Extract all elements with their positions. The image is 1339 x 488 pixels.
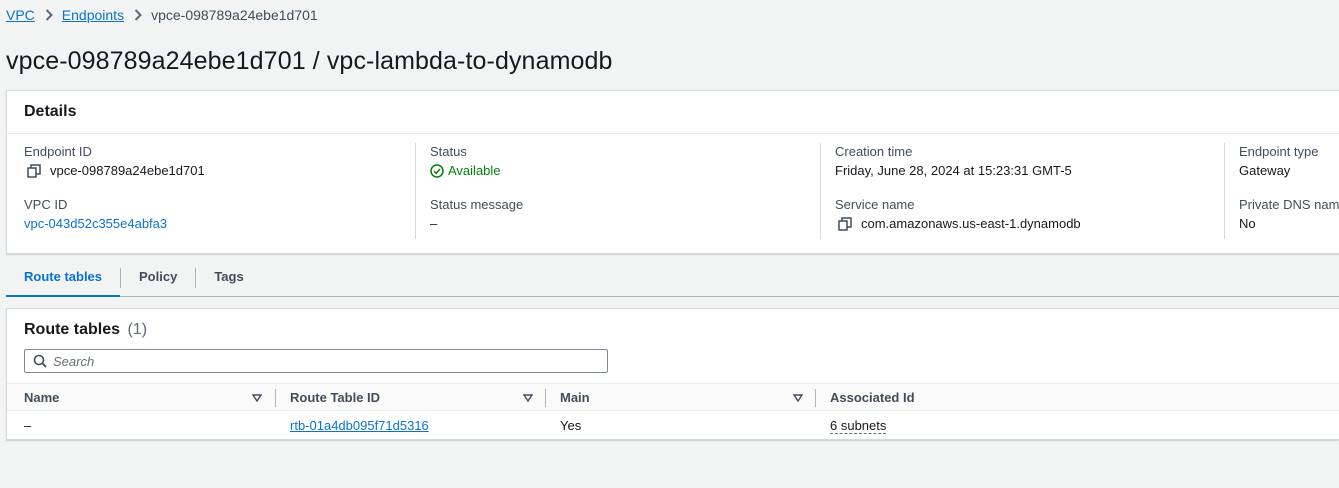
breadcrumb-vpc-link[interactable]: VPC <box>6 7 35 23</box>
vpc-id-field: vpc-043d52c355e4abfa3 <box>24 214 414 234</box>
status-positive-icon <box>430 164 444 178</box>
details-grid: Endpoint ID vpce-098789a24ebe1d701 VPC I… <box>7 143 1339 243</box>
copy-icon[interactable] <box>27 164 41 178</box>
associated-subnets-popover[interactable]: 6 subnets <box>830 418 887 434</box>
details-heading: Details <box>24 103 77 120</box>
endpoint-type-label: Endpoint type <box>1239 144 1319 159</box>
vpc-id-label: VPC ID <box>24 197 68 212</box>
route-tables-heading: Route tables (1) <box>24 321 147 339</box>
status-value: Available <box>448 163 501 178</box>
column-header-route-table-id[interactable]: Route Table ID <box>290 384 380 412</box>
details-column-4: Endpoint type Gateway Private DNS name N… <box>1224 143 1339 239</box>
tab-bar: Route tables Policy Tags <box>6 260 1339 297</box>
sort-caret-icon[interactable] <box>793 393 803 403</box>
table-header: Name Route Table ID Main Associated Id <box>7 383 1339 411</box>
creation-time-label: Creation time <box>835 144 913 159</box>
chevron-right-icon <box>134 9 142 21</box>
chevron-right-icon <box>45 9 53 21</box>
cell-name: – <box>24 418 32 433</box>
column-divider[interactable] <box>815 389 816 407</box>
cell-associated-id: 6 subnets <box>830 411 887 441</box>
route-table-id-link[interactable]: rtb-01a4db095f71d5316 <box>290 418 429 433</box>
endpoint-id-value: vpce-098789a24ebe1d701 <box>50 163 205 178</box>
details-column-2: Status Available Status message – <box>415 143 820 239</box>
breadcrumb: VPC Endpoints vpce-098789a24ebe1d701 <box>6 6 318 24</box>
column-header-main[interactable]: Main <box>560 384 590 412</box>
tab-route-tables[interactable]: Route tables <box>6 260 121 297</box>
cell-route-table-id: rtb-01a4db095f71d5316 <box>290 411 429 441</box>
endpoint-type-value: Gateway <box>1239 163 1291 178</box>
copy-icon[interactable] <box>838 217 852 231</box>
table-row: – rtb-01a4db095f71d5316 Yes 6 subnets <box>7 411 1339 441</box>
search-input[interactable] <box>53 353 593 369</box>
status-message-label: Status message <box>430 197 524 212</box>
column-divider[interactable] <box>275 389 276 407</box>
column-header-name[interactable]: Name <box>24 384 59 412</box>
tab-tags[interactable]: Tags <box>196 260 261 296</box>
details-column-1: Endpoint ID vpce-098789a24ebe1d701 VPC I… <box>24 143 414 239</box>
status-message-value: – <box>430 216 438 231</box>
vpc-id-link[interactable]: vpc-043d52c355e4abfa3 <box>24 214 167 234</box>
status-field: Available <box>430 161 820 181</box>
endpoint-id-label: Endpoint ID <box>24 144 92 159</box>
service-name-field: com.amazonaws.us-east-1.dynamodb <box>835 214 1223 234</box>
creation-time-value: Friday, June 28, 2024 at 15:23:31 GMT-5 <box>835 163 1072 178</box>
route-tables-panel: Route tables (1) Name Route Table ID Mai… <box>6 308 1339 440</box>
service-name-label: Service name <box>835 197 915 212</box>
details-header: Details <box>7 91 1339 134</box>
sort-caret-icon[interactable] <box>252 393 262 403</box>
route-tables-count: (1) <box>127 321 148 338</box>
details-column-3: Creation time Friday, June 28, 2024 at 1… <box>820 143 1223 239</box>
route-tables-table: Name Route Table ID Main Associated Id –… <box>7 383 1339 441</box>
page-title: vpce-098789a24ebe1d701 / vpc-lambda-to-d… <box>6 47 613 75</box>
sort-caret-icon[interactable] <box>523 393 533 403</box>
route-tables-title: Route tables <box>24 321 121 338</box>
breadcrumb-endpoints-link[interactable]: Endpoints <box>62 7 124 23</box>
details-panel: Details Endpoint ID vpce-098789a24ebe1d7… <box>6 90 1339 254</box>
tab-policy[interactable]: Policy <box>121 260 195 296</box>
cell-main: Yes <box>560 418 582 433</box>
endpoint-id-field: vpce-098789a24ebe1d701 <box>24 161 414 181</box>
search-icon <box>33 354 47 368</box>
search-field <box>24 349 608 373</box>
column-divider[interactable] <box>545 389 546 407</box>
service-name-value: com.amazonaws.us-east-1.dynamodb <box>861 216 1081 231</box>
private-dns-label: Private DNS name <box>1239 197 1339 212</box>
breadcrumb-current: vpce-098789a24ebe1d701 <box>151 7 318 23</box>
status-label: Status <box>430 144 467 159</box>
column-header-associated-id[interactable]: Associated Id <box>830 384 915 412</box>
private-dns-value: No <box>1239 216 1256 231</box>
